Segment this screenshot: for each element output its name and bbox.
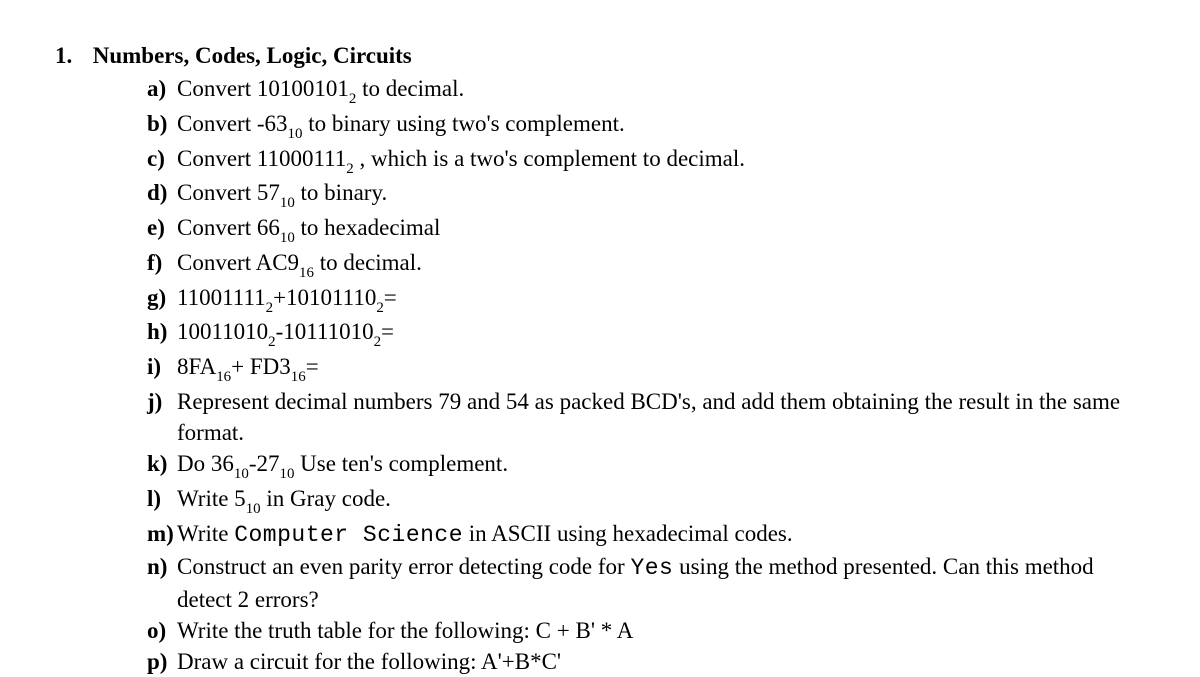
item-label: h) [147, 316, 177, 347]
item-j: j) Represent decimal numbers 79 and 54 a… [147, 386, 1145, 448]
item-content: Convert AC916 to decimal. [177, 247, 1145, 282]
item-content: Convert 6610 to hexadecimal [177, 212, 1145, 247]
item-n: n) Construct an even parity error detect… [147, 551, 1145, 615]
item-content: Draw a circuit for the following: A'+B*C… [177, 646, 1145, 677]
item-content: Convert -6310 to binary using two's comp… [177, 108, 1145, 143]
section-number: 1. [55, 40, 87, 71]
item-content: Write 510 in Gray code. [177, 483, 1145, 518]
item-label: a) [147, 73, 177, 104]
item-content: Do 3610-2710 Use ten's complement. [177, 448, 1145, 483]
item-o: o) Write the truth table for the followi… [147, 615, 1145, 646]
item-label: n) [147, 551, 177, 582]
item-label: b) [147, 108, 177, 139]
item-label: g) [147, 282, 177, 313]
item-f: f) Convert AC916 to decimal. [147, 247, 1145, 282]
item-g: g) 110011112+101011102= [147, 282, 1145, 317]
item-a: a) Convert 101001012 to decimal. [147, 73, 1145, 108]
item-label: i) [147, 351, 177, 382]
section-header: 1. Numbers, Codes, Logic, Circuits [55, 40, 1145, 71]
item-label: j) [147, 386, 177, 417]
item-content: Represent decimal numbers 79 and 54 as p… [177, 386, 1145, 448]
item-e: e) Convert 6610 to hexadecimal [147, 212, 1145, 247]
mono-text: Yes [630, 555, 673, 581]
item-content: Construct an even parity error detecting… [177, 551, 1145, 615]
item-content: Convert 110001112 , which is a two's com… [177, 143, 1145, 178]
item-i: i) 8FA16+ FD316= [147, 351, 1145, 386]
item-k: k) Do 3610-2710 Use ten's complement. [147, 448, 1145, 483]
item-label: k) [147, 448, 177, 479]
item-label: e) [147, 212, 177, 243]
item-d: d) Convert 5710 to binary. [147, 177, 1145, 212]
item-label: p) [147, 646, 177, 677]
item-content: 8FA16+ FD316= [177, 351, 1145, 386]
items-list: a) Convert 101001012 to decimal. b) Conv… [147, 73, 1145, 677]
item-label: f) [147, 247, 177, 278]
section-title: Numbers, Codes, Logic, Circuits [93, 43, 412, 68]
mono-text: Computer Science [234, 522, 463, 548]
item-label: o) [147, 615, 177, 646]
item-content: Convert 5710 to binary. [177, 177, 1145, 212]
item-m: m) Write Computer Science in ASCII using… [147, 518, 1145, 551]
item-content: Convert 101001012 to decimal. [177, 73, 1145, 108]
item-content: 110011112+101011102= [177, 282, 1145, 317]
item-label: c) [147, 143, 177, 174]
item-l: l) Write 510 in Gray code. [147, 483, 1145, 518]
item-label: d) [147, 177, 177, 208]
item-content: 100110102-101110102= [177, 316, 1145, 351]
item-content: Write the truth table for the following:… [177, 615, 1145, 646]
item-content: Write Computer Science in ASCII using he… [177, 518, 1145, 551]
item-c: c) Convert 110001112 , which is a two's … [147, 143, 1145, 178]
item-label: m) [147, 518, 177, 549]
item-label: l) [147, 483, 177, 514]
item-h: h) 100110102-101110102= [147, 316, 1145, 351]
item-p: p) Draw a circuit for the following: A'+… [147, 646, 1145, 677]
item-b: b) Convert -6310 to binary using two's c… [147, 108, 1145, 143]
